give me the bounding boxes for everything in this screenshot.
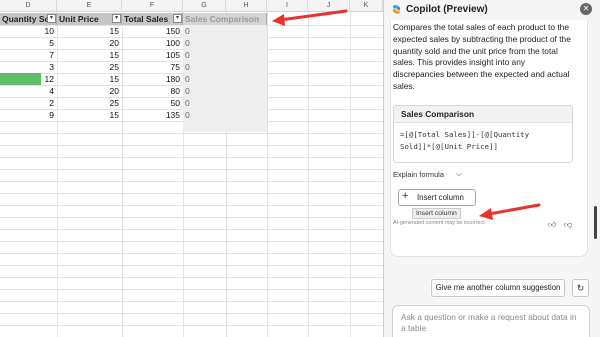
grid-line — [0, 145, 383, 146]
grid-line — [0, 289, 383, 290]
insert-column-label: Insert column — [417, 193, 464, 202]
ask-placeholder: Ask a question or make a request about d… — [401, 312, 577, 333]
cell-unit-price[interactable]: 25 — [57, 61, 122, 73]
column-letter-k[interactable]: K — [350, 0, 383, 12]
header-label: Total Sales — [124, 14, 169, 24]
cell-sales-comparison[interactable]: 0 — [183, 97, 226, 109]
insert-column-tooltip: Insert column — [412, 208, 461, 219]
chevron-down-icon[interactable]: ⌵ — [456, 169, 462, 179]
copilot-header: Copilot (Preview) ✕ — [384, 0, 600, 20]
cell-sales-comparison[interactable]: 0 — [183, 49, 226, 61]
grid-line — [0, 313, 383, 314]
cell-unit-price[interactable]: 25 — [57, 97, 122, 109]
grid-line — [0, 205, 383, 206]
close-icon[interactable]: ✕ — [580, 3, 592, 15]
cell-grid[interactable]: Quantity Sold ▾ Unit Price ▾ Total Sales… — [0, 12, 383, 337]
formula-box: Sales Comparison =[@[Total Sales]]-[@[Qu… — [393, 105, 573, 163]
cell-unit-price[interactable]: 15 — [57, 73, 122, 85]
formula-line: =[@[Total Sales]]-[@[Quantity — [400, 130, 530, 139]
cell-total-sales[interactable]: 80 — [122, 85, 183, 97]
screen: D E F G H I J K Quantity Sold ▾ Unit Pri… — [0, 0, 600, 337]
cell-unit-price[interactable]: 20 — [57, 85, 122, 97]
pane-title: Copilot (Preview) — [406, 4, 488, 15]
copilot-logo-icon — [392, 5, 401, 14]
cell-unit-price[interactable]: 20 — [57, 37, 122, 49]
cell-quantity[interactable]: 9 — [0, 109, 57, 121]
filter-dropdown-icon[interactable]: ▾ — [47, 14, 56, 23]
header-label: Unit Price — [59, 14, 99, 24]
cell-sales-comparison[interactable]: 0 — [183, 37, 226, 49]
filter-dropdown-icon[interactable]: ▾ — [112, 14, 121, 23]
cell-sales-comparison[interactable]: 0 — [183, 61, 226, 73]
pane-scrollbar[interactable] — [593, 20, 599, 337]
formula-line: Sold]]*[@[Unit Price]] — [400, 142, 498, 151]
header-sales-comparison[interactable]: Sales Comparison — [183, 13, 267, 25]
grid-line — [0, 169, 383, 170]
grid-line — [0, 253, 383, 254]
formula-description: Compares the total sales of each product… — [393, 22, 571, 91]
cell-total-sales[interactable]: 180 — [122, 73, 183, 85]
cell-total-sales[interactable]: 100 — [122, 37, 183, 49]
insert-column-button[interactable]: Insert column — [398, 189, 476, 206]
column-letter-d[interactable]: D — [0, 0, 57, 12]
cell-sales-comparison[interactable]: 0 — [183, 109, 226, 121]
grid-line — [0, 265, 383, 266]
thumbs-down-icon[interactable]: 👎︎ — [564, 220, 572, 230]
refresh-icon[interactable]: ↻ — [572, 279, 589, 297]
grid-line — [0, 325, 383, 326]
annotation-arrow — [272, 9, 348, 26]
cell-sales-comparison[interactable]: 0 — [183, 73, 226, 85]
grid-line — [0, 277, 383, 278]
cell-total-sales[interactable]: 75 — [122, 61, 183, 73]
cell-quantity[interactable]: 4 — [0, 85, 57, 97]
formula-title: Sales Comparison — [394, 106, 572, 123]
grid-line — [0, 229, 383, 230]
cell-unit-price[interactable]: 15 — [57, 25, 122, 37]
column-letter-h[interactable]: H — [226, 0, 267, 12]
annotation-arrow — [479, 203, 541, 220]
grid-line — [0, 181, 383, 182]
ai-disclaimer: AI-generated content may be incorrect — [393, 220, 485, 226]
cell-quantity[interactable]: 5 — [0, 37, 57, 49]
cell-total-sales[interactable]: 135 — [122, 109, 183, 121]
grid-line — [0, 217, 383, 218]
cell-quantity[interactable]: 12 — [0, 73, 57, 85]
cell-total-sales[interactable]: 150 — [122, 25, 183, 37]
grid-line — [0, 133, 383, 134]
copilot-pane: Copilot (Preview) ✕ Compares the total s… — [383, 0, 600, 337]
cell-quantity[interactable]: 7 — [0, 49, 57, 61]
grid-line — [0, 193, 383, 194]
pane-scrollbar-thumb[interactable] — [594, 206, 597, 239]
column-letter-g[interactable]: G — [183, 0, 226, 12]
plus-icon: + — [402, 190, 409, 202]
grid-line — [0, 157, 383, 158]
formula-text[interactable]: =[@[Total Sales]]-[@[Quantity Sold]]*[@[… — [400, 129, 572, 153]
cell-unit-price[interactable]: 15 — [57, 109, 122, 121]
grid-line — [0, 301, 383, 302]
cell-total-sales[interactable]: 50 — [122, 97, 183, 109]
explain-formula-toggle[interactable]: Explain formula — [393, 170, 444, 179]
grid-line — [0, 241, 383, 242]
thumbs-up-icon[interactable]: 👍︎ — [548, 220, 556, 230]
header-label: Sales Comparison — [185, 14, 260, 24]
cell-unit-price[interactable]: 15 — [57, 49, 122, 61]
cell-sales-comparison[interactable]: 0 — [183, 85, 226, 97]
cell-sales-comparison[interactable]: 0 — [183, 25, 226, 37]
cell-total-sales[interactable]: 105 — [122, 49, 183, 61]
cell-quantity[interactable]: 3 — [0, 61, 57, 73]
cell-quantity[interactable]: 10 — [0, 25, 57, 37]
cell-quantity[interactable]: 2 — [0, 97, 57, 109]
spreadsheet[interactable]: D E F G H I J K Quantity Sold ▾ Unit Pri… — [0, 0, 383, 337]
column-suggestion-button[interactable]: Give me another column suggestion — [431, 279, 565, 297]
column-letter-f[interactable]: F — [122, 0, 183, 12]
column-letter-e[interactable]: E — [57, 0, 122, 12]
filter-dropdown-icon[interactable]: ▾ — [173, 14, 182, 23]
